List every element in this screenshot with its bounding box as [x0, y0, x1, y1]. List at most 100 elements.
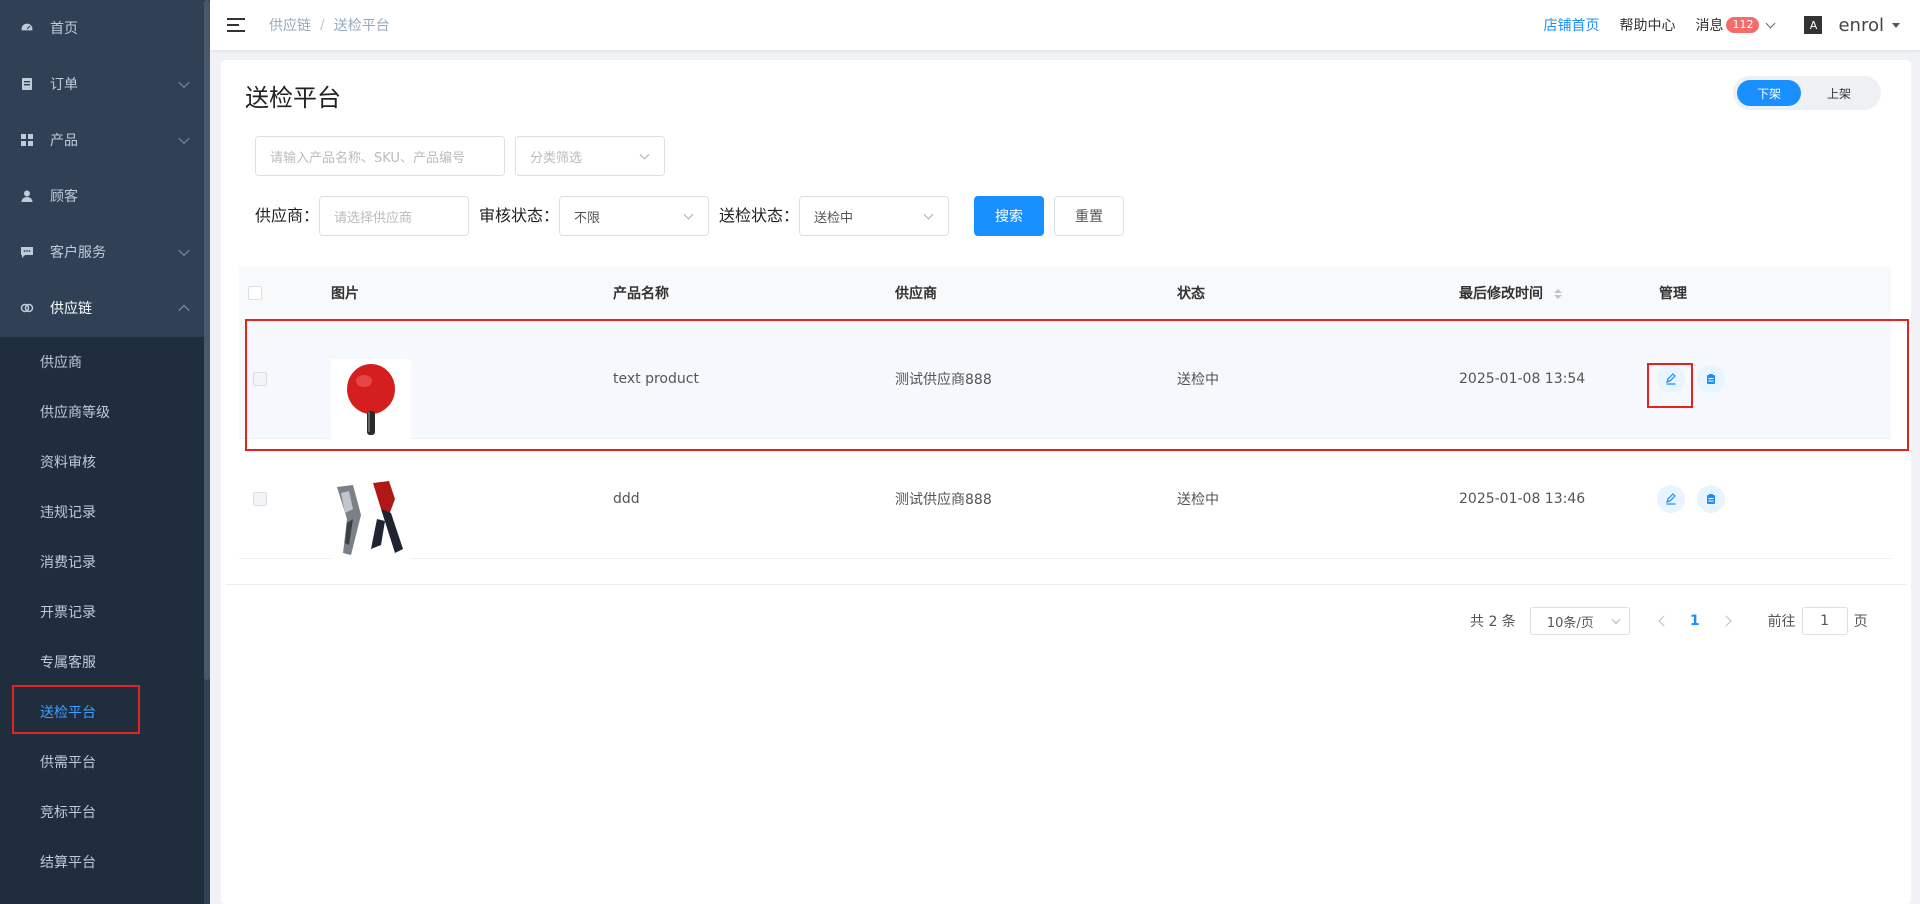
- header-manage: 管理: [1659, 286, 1687, 302]
- search-button[interactable]: 搜索: [974, 196, 1044, 236]
- submenu-label: 结算平台: [40, 855, 96, 871]
- inspection-status-select[interactable]: 送检中: [799, 196, 949, 236]
- submenu-item-violations[interactable]: 违规记录: [0, 487, 204, 537]
- hamburger-icon[interactable]: [227, 18, 245, 32]
- breadcrumb-item[interactable]: 供应链: [269, 15, 311, 35]
- next-page-icon[interactable]: [1719, 615, 1732, 627]
- header-status: 状态: [1177, 286, 1205, 302]
- prev-page-icon[interactable]: [1658, 615, 1670, 627]
- submenu-label: 消费记录: [40, 555, 96, 571]
- messages-dropdown[interactable]: 消息 112: [1695, 15, 1776, 35]
- product-name: ddd: [613, 490, 640, 507]
- breadcrumb-separator: /: [320, 17, 325, 33]
- sidebar-item-label: 客户服务: [50, 245, 106, 261]
- submenu-label: 供应商: [40, 355, 82, 371]
- link-icon: [20, 301, 34, 315]
- main-card: 送检平台 下架 上架 请输入产品名称、SKU、产品编号 分类筛选 供应商： 请选…: [221, 60, 1911, 904]
- sidebar-item-customer-service[interactable]: 客户服务: [0, 224, 210, 280]
- edit-icon: [1666, 492, 1676, 505]
- page-size-value: 10条/页: [1546, 615, 1594, 631]
- sidebar-item-orders[interactable]: 订单: [0, 56, 210, 112]
- supplier-name: 测试供应商888: [895, 491, 992, 508]
- edit-button[interactable]: [1657, 484, 1685, 513]
- page-suffix: 页: [1853, 614, 1868, 630]
- total-count: 共 2 条: [1470, 614, 1516, 630]
- submenu-item-supply-demand[interactable]: 供需平台: [0, 737, 204, 787]
- breadcrumb: 供应链 / 送检平台: [269, 15, 390, 35]
- table-header: 图片 产品名称 供应商 状态 最后修改时间 管理: [239, 267, 1891, 319]
- submenu-item-dedicated-service[interactable]: 专属客服: [0, 637, 204, 687]
- supplier-input[interactable]: 请选择供应商: [319, 196, 469, 236]
- submenu-item-invoices[interactable]: 开票记录: [0, 587, 204, 637]
- order-icon: [20, 77, 34, 91]
- submenu-item-spending[interactable]: 消费记录: [0, 537, 204, 587]
- submenu-label: 专属客服: [40, 655, 96, 671]
- header-image: 图片: [331, 286, 359, 302]
- caret-down-icon[interactable]: [1892, 22, 1900, 28]
- header-product-name: 产品名称: [613, 286, 669, 302]
- row-checkbox[interactable]: [253, 491, 267, 506]
- submenu-item-document-review[interactable]: 资料审核: [0, 437, 204, 487]
- sidebar: 首页 订单 产品 顾客 客户服务 供应链 供应商 供应商等级 资料审核 违规记录…: [0, 0, 210, 904]
- help-center-link[interactable]: 帮助中心: [1619, 15, 1675, 35]
- audit-status-label: 审核状态：: [479, 206, 560, 225]
- submenu-item-settlement[interactable]: 结算平台: [0, 837, 204, 887]
- highlight-box-menu: [12, 685, 140, 734]
- category-filter-select[interactable]: 分类筛选: [515, 136, 665, 176]
- submenu-item-suppliers[interactable]: 供应商: [0, 337, 204, 387]
- category-filter-placeholder: 分类筛选: [530, 150, 583, 166]
- audit-status-select[interactable]: 不限: [559, 196, 709, 236]
- product-search-input[interactable]: 请输入产品名称、SKU、产品编号: [255, 136, 505, 176]
- page-title: 送检平台: [245, 84, 341, 112]
- goto-page-input[interactable]: 1: [1801, 607, 1848, 635]
- sidebar-item-supply-chain[interactable]: 供应链: [0, 280, 210, 336]
- toggle-off-shelf[interactable]: 下架: [1737, 80, 1801, 106]
- shelf-toggle[interactable]: 下架 上架: [1733, 76, 1881, 110]
- sidebar-item-label: 产品: [50, 133, 78, 149]
- detail-button[interactable]: [1697, 484, 1725, 513]
- table-row: ddd 测试供应商888 送检中 2025-01-08 13:46: [239, 439, 1891, 559]
- chevron-down-icon: [1611, 615, 1621, 625]
- store-home-link[interactable]: 店铺首页: [1543, 15, 1599, 35]
- user-icon: [20, 189, 34, 203]
- header-last-modified-label: 最后修改时间: [1459, 286, 1543, 302]
- submenu-label: 竞标平台: [40, 805, 96, 821]
- select-all-checkbox[interactable]: [248, 286, 262, 300]
- grid-icon: [20, 133, 34, 147]
- sidebar-item-label: 顾客: [50, 189, 78, 205]
- header-last-modified[interactable]: 最后修改时间: [1459, 283, 1562, 303]
- language-icon[interactable]: A: [1804, 16, 1823, 34]
- chevron-down-icon: [178, 132, 190, 145]
- product-image-pants[interactable]: [331, 478, 411, 559]
- submenu-item-supplier-levels[interactable]: 供应商等级: [0, 387, 204, 437]
- sidebar-scrollbar[interactable]: [204, 0, 210, 680]
- sidebar-item-customers[interactable]: 顾客: [0, 168, 210, 224]
- toggle-on-shelf[interactable]: 上架: [1801, 80, 1877, 106]
- sidebar-item-label: 订单: [50, 77, 78, 93]
- sort-icon[interactable]: [1553, 289, 1562, 299]
- inspection-status-value: 送检中: [814, 210, 854, 226]
- sidebar-item-home[interactable]: 首页: [0, 0, 210, 56]
- top-header: 供应链 / 送检平台 店铺首页 帮助中心 消息 112 A enrol: [210, 0, 1920, 50]
- sidebar-item-label: 首页: [50, 21, 78, 37]
- clipboard-icon: [1707, 493, 1715, 504]
- user-name[interactable]: enrol: [1838, 15, 1884, 36]
- header-right: 店铺首页 帮助中心 消息 112 A enrol: [1543, 0, 1920, 50]
- sidebar-item-products[interactable]: 产品: [0, 112, 210, 168]
- chevron-down-icon: [178, 76, 190, 89]
- reset-button[interactable]: 重置: [1054, 196, 1124, 236]
- page-size-select[interactable]: 10条/页: [1529, 607, 1630, 635]
- pagination: 共 2 条 10条/页 1 前往 1 页: [1470, 606, 1868, 636]
- inspection-status-label: 送检状态：: [719, 206, 800, 225]
- supplier-label: 供应商：: [255, 206, 320, 225]
- last-modified-time: 2025-01-08 13:46: [1459, 490, 1586, 507]
- current-page[interactable]: 1: [1690, 613, 1700, 629]
- supply-chain-submenu: 供应商 供应商等级 资料审核 违规记录 消费记录 开票记录 专属客服 送检平台 …: [0, 337, 204, 904]
- chevron-down-icon: [923, 209, 934, 220]
- chevron-down-icon: [683, 209, 694, 220]
- message-count-badge: 112: [1726, 17, 1760, 33]
- dashboard-icon: [20, 21, 34, 35]
- highlight-box-edit: [1647, 363, 1693, 408]
- submenu-item-bidding[interactable]: 竞标平台: [0, 787, 204, 837]
- sidebar-item-label: 供应链: [50, 301, 92, 317]
